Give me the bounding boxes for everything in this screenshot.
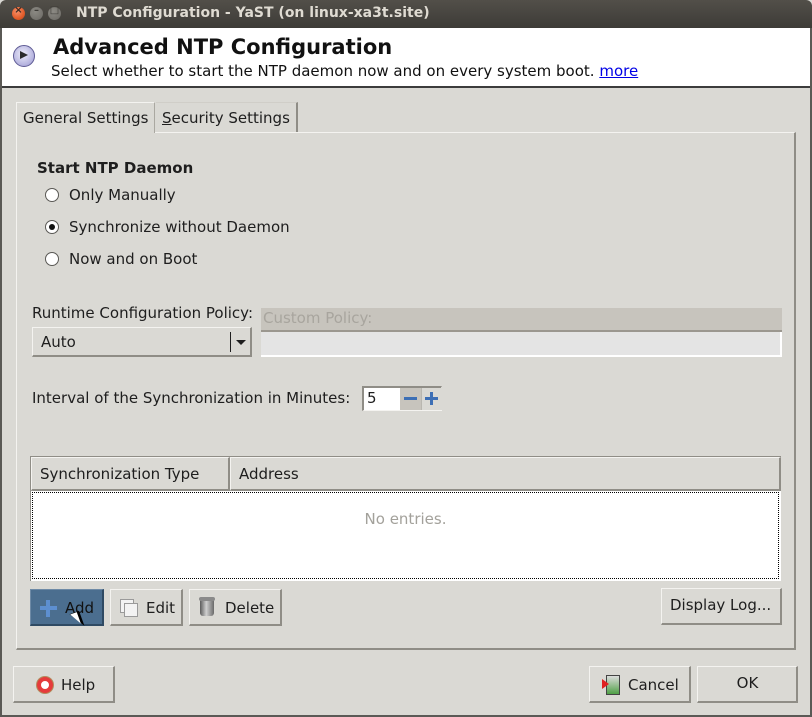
column-header-label: Address xyxy=(239,465,299,483)
tab-label: ecurity Settings xyxy=(171,109,290,127)
interval-spinbox[interactable]: 5 xyxy=(362,386,442,411)
maximize-icon: □ xyxy=(49,5,60,16)
custom-policy-label: Custom Policy: xyxy=(263,309,373,327)
window-minimize-button[interactable]: – xyxy=(30,5,43,20)
page-title: Advanced NTP Configuration xyxy=(53,35,393,59)
minus-icon xyxy=(404,397,417,400)
window-maximize-button[interactable]: □ xyxy=(48,5,61,20)
help-button[interactable]: Help xyxy=(13,666,115,703)
ok-button-label: OK xyxy=(736,674,759,692)
minimize-icon: – xyxy=(34,5,39,16)
policy-select[interactable]: Auto xyxy=(32,327,252,357)
policy-selected-value: Auto xyxy=(41,333,76,351)
chevron-down-icon xyxy=(236,340,246,345)
trash-icon xyxy=(199,597,215,616)
interval-label: Interval of the Synchronization in Minut… xyxy=(32,389,351,407)
increment-button[interactable] xyxy=(421,388,442,410)
custom-policy-input[interactable] xyxy=(261,332,782,357)
page-subtitle: Select whether to start the NTP daemon n… xyxy=(51,62,638,80)
plus-icon-v xyxy=(46,600,50,617)
column-header-address[interactable]: Address xyxy=(230,457,781,491)
help-button-label: Help xyxy=(61,676,96,694)
exit-arrow-icon xyxy=(602,679,609,689)
delete-button[interactable]: Delete xyxy=(189,589,282,626)
display-log-button[interactable]: Display Log... xyxy=(661,588,782,625)
start-daemon-title: Start NTP Daemon xyxy=(37,159,194,177)
empty-table-message: No entries. xyxy=(364,510,447,528)
plus-icon-vertical xyxy=(430,392,433,405)
radio-only-manually[interactable] xyxy=(45,188,59,202)
radio-label[interactable]: Only Manually xyxy=(69,186,176,204)
servers-table[interactable]: Synchronization Type Address No entries. xyxy=(30,456,781,581)
more-link[interactable]: more xyxy=(599,62,638,80)
table-body[interactable]: No entries. xyxy=(32,492,779,579)
radio-label[interactable]: Now and on Boot xyxy=(69,250,197,268)
policy-label: Runtime Configuration Policy: xyxy=(32,304,254,322)
edit-button[interactable]: Edit xyxy=(110,589,183,626)
window-close-button[interactable]: × xyxy=(12,5,25,20)
edit-icon-back xyxy=(124,603,138,617)
cancel-button-label: Cancel xyxy=(628,676,679,694)
tab-label: General Settings xyxy=(23,109,149,127)
window-title: NTP Configuration - YaST (on linux-xa3t.… xyxy=(76,5,430,21)
add-button[interactable]: Add xyxy=(30,589,104,626)
combo-separator xyxy=(230,332,231,352)
column-header-sync-type[interactable]: Synchronization Type xyxy=(31,457,230,491)
tab-security-settings[interactable]: Security Settings xyxy=(156,102,298,132)
subtitle-text: Select whether to start the NTP daemon n… xyxy=(51,62,595,80)
decrement-button[interactable] xyxy=(400,388,421,410)
lifebuoy-icon xyxy=(37,677,53,693)
interval-value[interactable]: 5 xyxy=(367,389,377,407)
edit-button-label: Edit xyxy=(146,599,176,617)
radio-synchronize-without-daemon[interactable] xyxy=(45,220,59,234)
ntp-clock-icon xyxy=(13,45,35,67)
tab-mnemonic: S xyxy=(162,109,172,127)
column-header-label: Synchronization Type xyxy=(40,465,200,483)
close-icon: × xyxy=(14,5,23,16)
radio-label[interactable]: Synchronize without Daemon xyxy=(69,218,290,236)
delete-button-label: Delete xyxy=(225,599,275,617)
display-log-label: Display Log... xyxy=(670,596,772,614)
cancel-button[interactable]: Cancel xyxy=(589,666,691,703)
ok-button[interactable]: OK xyxy=(697,666,798,703)
radio-now-and-on-boot[interactable] xyxy=(45,252,59,266)
tab-general-settings[interactable]: General Settings xyxy=(16,102,156,133)
